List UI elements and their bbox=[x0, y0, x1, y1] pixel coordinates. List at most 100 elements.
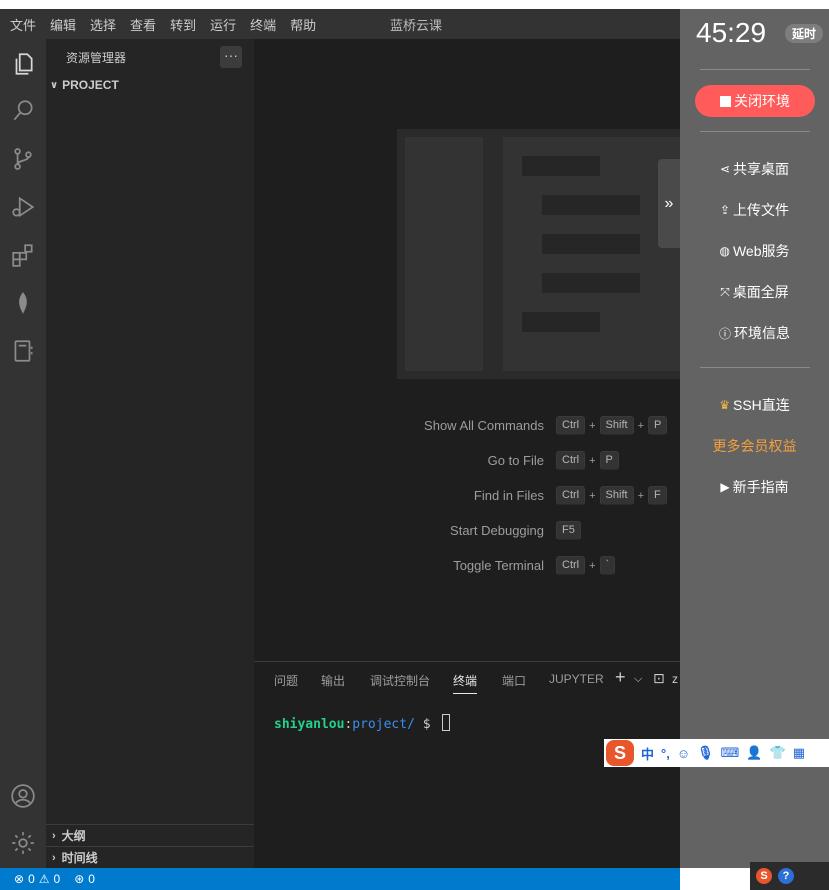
user-icon[interactable]: 👤 bbox=[746, 745, 762, 761]
shortcut-keys: Ctrl + P bbox=[556, 451, 619, 470]
error-count[interactable]: 0 bbox=[28, 872, 35, 886]
menu-view[interactable]: 查看 bbox=[123, 15, 163, 34]
keyboard-icon[interactable]: ⌨ bbox=[721, 745, 740, 761]
divider bbox=[700, 367, 810, 368]
new-terminal-button[interactable]: + bbox=[615, 667, 626, 688]
leaf-icon[interactable] bbox=[8, 288, 38, 318]
menu-edit[interactable]: 编辑 bbox=[43, 15, 83, 34]
guide-label: 新手指南 bbox=[732, 479, 789, 495]
key-cap: P bbox=[599, 451, 619, 470]
warning-count[interactable]: 0 bbox=[54, 872, 61, 886]
menu-selection[interactable]: 选择 bbox=[83, 15, 123, 34]
info-icon: ⓘ bbox=[718, 326, 731, 341]
key-cap: Shift bbox=[599, 486, 634, 505]
outline-section-header[interactable]: › 大纲 bbox=[46, 824, 254, 846]
menu-help[interactable]: 帮助 bbox=[283, 15, 323, 34]
shortcut-row: Start Debugging F5 bbox=[254, 521, 680, 541]
more-actions-button[interactable]: ··· bbox=[220, 46, 242, 68]
beginner-guide-button[interactable]: ▶ 新手指南 bbox=[680, 477, 829, 497]
tools-icon[interactable]: ▦ bbox=[793, 745, 805, 761]
tab-debug-console[interactable]: 调试控制台 bbox=[370, 672, 430, 689]
run-debug-icon[interactable] bbox=[8, 192, 38, 222]
fullscreen-button[interactable]: ⤧ 桌面全屏 bbox=[680, 282, 829, 302]
error-icon[interactable]: ⊗ bbox=[14, 872, 24, 886]
emoji-icon[interactable]: ☺ bbox=[677, 746, 690, 761]
account-icon[interactable] bbox=[8, 781, 38, 811]
tab-jupyter[interactable]: JUPYTER bbox=[549, 672, 604, 686]
shortcut-label: Show All Commands bbox=[424, 418, 544, 433]
sogou-logo-icon[interactable]: S bbox=[606, 740, 634, 766]
tab-output[interactable]: 输出 bbox=[321, 672, 345, 689]
watermark-bar bbox=[542, 195, 640, 215]
extend-time-button[interactable]: 延时 bbox=[785, 24, 824, 43]
search-icon[interactable] bbox=[8, 96, 38, 126]
shortcut-keys: Ctrl + Shift + F bbox=[556, 486, 667, 505]
globe-icon: ◍ bbox=[719, 244, 730, 258]
expand-icon: ⤧ bbox=[720, 284, 730, 299]
share-desktop-button[interactable]: ⋖ 共享桌面 bbox=[680, 159, 829, 179]
status-bar: ⊗ 0 ⚠ 0 ⊛ 0 bbox=[0, 868, 680, 890]
window-title: 蓝桥云课 bbox=[390, 17, 443, 33]
ports-icon[interactable]: ⊛ bbox=[74, 872, 84, 886]
help-icon[interactable]: ? bbox=[778, 868, 794, 884]
key-plus: + bbox=[589, 489, 596, 502]
terminal-icon[interactable]: ⊡ bbox=[653, 670, 665, 687]
terminal-cursor bbox=[442, 714, 451, 731]
project-label: PROJECT bbox=[62, 78, 119, 92]
member-benefits-link[interactable]: 更多会员权益 bbox=[680, 436, 829, 456]
terminal-user: shiyanlou bbox=[274, 717, 345, 732]
close-environment-label: 关闭环境 bbox=[734, 93, 790, 109]
chevron-right-icon: › bbox=[52, 829, 56, 842]
chevron-down-icon[interactable]: ⌵ bbox=[634, 673, 642, 686]
close-environment-button[interactable]: 关闭环境 bbox=[695, 85, 815, 117]
terminal-name[interactable]: z bbox=[672, 672, 678, 686]
key-cap: Ctrl bbox=[556, 486, 586, 505]
upload-file-button[interactable]: ⇪ 上传文件 bbox=[680, 200, 829, 220]
menu-terminal[interactable]: 终端 bbox=[243, 15, 283, 34]
web-service-button[interactable]: ◍ Web服务 bbox=[680, 241, 829, 261]
menu-run[interactable]: 运行 bbox=[203, 15, 243, 34]
member-benefits-label: 更多会员权益 bbox=[712, 438, 797, 454]
project-section-header[interactable]: ∨ PROJECT bbox=[50, 78, 119, 92]
menu-bar: 文件 编辑 选择 查看 转到 运行 终端 帮助 蓝桥云课 bbox=[0, 9, 680, 39]
activity-bar bbox=[0, 39, 46, 868]
menu-file[interactable]: 文件 bbox=[0, 15, 43, 34]
outline-label: 大纲 bbox=[61, 829, 86, 843]
ime-language-toggle[interactable]: 中 bbox=[641, 744, 654, 763]
settings-gear-icon[interactable] bbox=[8, 828, 38, 858]
divider bbox=[700, 69, 810, 70]
shortcut-keys: Ctrl + Shift + P bbox=[556, 416, 668, 435]
sogou-tray-icon[interactable]: S bbox=[756, 868, 772, 884]
shortcut-row: Go to File Ctrl + P bbox=[254, 451, 680, 471]
shortcut-label: Start Debugging bbox=[450, 523, 544, 538]
ssh-connect-button[interactable]: ♛ SSH直连 bbox=[680, 395, 829, 415]
ime-toolbar: S 中 °, ☺ 🎙 ⌨ 👤 👕 ▦ bbox=[604, 739, 829, 767]
tab-problems[interactable]: 问题 bbox=[274, 672, 298, 689]
crown-icon: ♛ bbox=[719, 398, 730, 412]
shortcut-label: Go to File bbox=[487, 453, 544, 468]
env-info-button[interactable]: ⓘ 环境信息 bbox=[680, 323, 829, 343]
ports-count[interactable]: 0 bbox=[88, 872, 95, 886]
extensions-icon[interactable] bbox=[8, 240, 38, 270]
terminal-path: project/ bbox=[352, 717, 415, 732]
tab-ports[interactable]: 端口 bbox=[502, 672, 526, 689]
notebook-icon[interactable] bbox=[8, 336, 38, 366]
source-control-icon[interactable] bbox=[8, 144, 38, 174]
timeline-section-header[interactable]: › 时间线 bbox=[46, 846, 254, 868]
video-icon: ▶ bbox=[720, 480, 730, 494]
warning-icon[interactable]: ⚠ bbox=[39, 872, 50, 886]
microphone-icon[interactable]: 🎙 bbox=[697, 745, 714, 761]
ime-punctuation-toggle[interactable]: °, bbox=[661, 746, 670, 761]
menu-go[interactable]: 转到 bbox=[163, 15, 203, 34]
files-icon[interactable] bbox=[8, 49, 38, 79]
share-desktop-label: 共享桌面 bbox=[733, 161, 790, 177]
tab-terminal[interactable]: 终端 bbox=[453, 672, 478, 694]
skin-icon[interactable]: 👕 bbox=[770, 745, 786, 761]
key-plus: + bbox=[589, 419, 596, 432]
terminal-prompt[interactable]: shiyanlou:project/ $ bbox=[274, 714, 451, 732]
upload-icon: ⇪ bbox=[719, 203, 731, 217]
collapse-panel-button[interactable]: » bbox=[658, 159, 680, 248]
divider bbox=[700, 131, 810, 132]
chevron-down-icon: ∨ bbox=[50, 79, 59, 91]
key-cap: ` bbox=[599, 556, 616, 575]
